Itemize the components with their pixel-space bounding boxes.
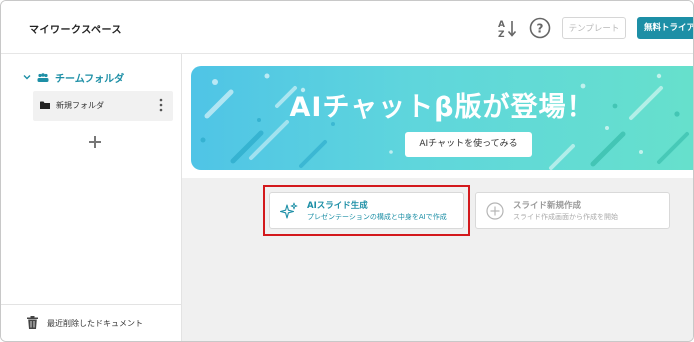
- svg-text:Z: Z: [498, 30, 505, 39]
- highlight-box: [263, 185, 470, 236]
- folder-icon: [40, 101, 50, 109]
- main-top-area: AIチャットβ版が登場！ AIチャットを使ってみる: [182, 54, 693, 178]
- try-ai-chat-button[interactable]: AIチャットを使ってみる: [405, 132, 532, 157]
- template-button[interactable]: テンプレート: [562, 17, 626, 39]
- more-vertical-icon[interactable]: [157, 97, 165, 113]
- ai-chat-banner[interactable]: AIチャットβ版が登場！ AIチャットを使ってみる: [191, 66, 693, 170]
- chevron-down-icon: [23, 75, 31, 80]
- new-slide-card[interactable]: スライド新規作成 スライド作成画面から作成を開始: [475, 192, 670, 229]
- team-folder-toggle[interactable]: チームフォルダ: [23, 70, 125, 85]
- recently-deleted-link[interactable]: 最近削除したドキュメント: [1, 304, 181, 341]
- sort-az-icon[interactable]: A Z: [497, 17, 519, 39]
- svg-text:A: A: [498, 20, 505, 30]
- app-window: マイワークスペース A Z ? テンプレート 無料トライアル チームフォ: [0, 0, 694, 342]
- team-folder-label: チームフォルダ: [55, 73, 125, 85]
- new-card-subtitle: スライド作成画面から作成を開始: [513, 213, 618, 221]
- recently-deleted-label: 最近削除したドキュメント: [47, 319, 143, 328]
- sidebar-folder-item[interactable]: 新規フォルダ: [33, 91, 173, 121]
- svg-text:?: ?: [537, 22, 544, 36]
- help-icon[interactable]: ?: [529, 17, 551, 39]
- add-folder-plus-icon[interactable]: [87, 134, 103, 150]
- team-icon: [37, 72, 49, 82]
- top-header: マイワークスペース A Z ? テンプレート 無料トライアル: [1, 1, 693, 54]
- folder-label: 新規フォルダ: [56, 101, 104, 110]
- sidebar: チームフォルダ 新規フォルダ 最近削除したドキュメント: [1, 54, 182, 341]
- plus-circle-icon: [486, 202, 504, 220]
- banner-title: AIチャットβ版が登場！: [289, 92, 595, 123]
- free-trial-button[interactable]: 無料トライアル: [637, 17, 693, 39]
- new-card-title: スライド新規作成: [513, 201, 582, 211]
- main-content: AIチャットβ版が登場！ AIチャットを使ってみる AIスライド生成 プレゼンテ…: [182, 54, 693, 341]
- trash-icon: [27, 316, 38, 329]
- workspace-title: マイワークスペース: [29, 25, 122, 36]
